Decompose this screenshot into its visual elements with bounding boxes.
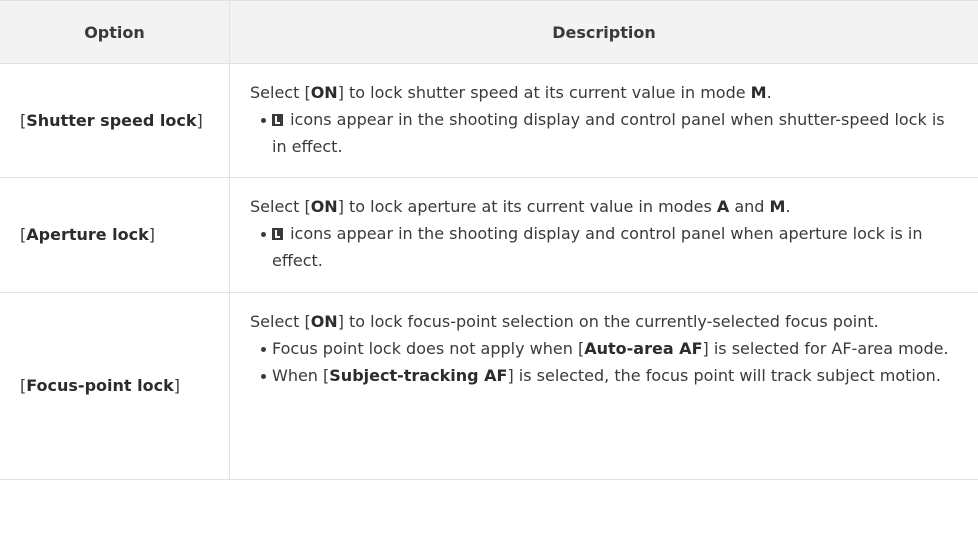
lock-icon <box>272 228 283 240</box>
option-name: Shutter speed lock <box>26 110 197 130</box>
desc-mode: A <box>716 197 730 216</box>
option-cell: [Focus-point lock] <box>0 293 230 479</box>
options-table: Option Description [Shutter speed lock] … <box>0 0 978 480</box>
desc-mode: M <box>769 197 786 216</box>
desc-text: . <box>766 83 772 102</box>
desc-mode: M <box>750 83 767 102</box>
list-item: Focus point lock does not apply when [Au… <box>258 335 958 362</box>
option-cell: [Aperture lock] <box>0 178 230 292</box>
option-bracket-close: ] <box>148 225 156 244</box>
desc-text: . <box>785 197 791 216</box>
option-bracket-close: ] <box>173 376 180 395</box>
desc-text: Select [ <box>250 312 311 331</box>
description-cell: Select [ON] to lock focus-point selectio… <box>230 293 978 479</box>
bullet-bold: Auto-area AF <box>584 339 703 358</box>
header-description: Description <box>552 22 656 42</box>
description-text: Select [ON] to lock aperture at its curr… <box>250 193 958 220</box>
table-header: Option Description <box>0 1 978 64</box>
bullet-list: icons appear in the shooting display and… <box>250 106 958 160</box>
table-row: [Aperture lock] Select [ON] to lock aper… <box>0 178 978 293</box>
bullet-text: Focus point lock does not apply when [ <box>272 339 585 358</box>
header-option: Option <box>0 1 230 63</box>
bullet-text: ] is selected, the focus point will trac… <box>507 366 941 385</box>
list-item: icons appear in the shooting display and… <box>258 106 958 160</box>
list-item: When [Subject-tracking AF] is selected, … <box>258 362 958 389</box>
option-name: Aperture lock <box>26 225 149 244</box>
bullet-bold: Subject-tracking AF <box>329 366 508 385</box>
desc-text: ] to lock shutter speed at its current v… <box>337 83 751 102</box>
bullet-list: Focus point lock does not apply when [Au… <box>250 335 958 389</box>
bullet-text: icons appear in the shooting display and… <box>272 110 945 156</box>
desc-text: and <box>729 197 770 216</box>
bullet-text: When [ <box>272 366 330 385</box>
table-row: [Focus-point lock] Select [ON] to lock f… <box>0 293 978 480</box>
desc-on: ON <box>310 312 338 331</box>
option-cell: [Shutter speed lock] <box>0 64 230 177</box>
description-text: Select [ON] to lock focus-point selectio… <box>250 308 958 335</box>
bullet-list: icons appear in the shooting display and… <box>250 220 958 274</box>
desc-text: ] to lock focus-point selection on the c… <box>337 312 879 331</box>
option-name: Focus-point lock <box>26 376 174 395</box>
lock-icon <box>272 114 283 126</box>
table-row: [Shutter speed lock] Select [ON] to lock… <box>0 64 978 178</box>
desc-text: Select [ <box>250 197 311 216</box>
desc-text: ] to lock aperture at its current value … <box>337 197 717 216</box>
bullet-text: ] is selected for AF-area mode. <box>702 339 949 358</box>
list-item: icons appear in the shooting display and… <box>258 220 958 274</box>
description-cell: Select [ON] to lock aperture at its curr… <box>230 178 978 292</box>
desc-text: Select [ <box>250 83 311 102</box>
bullet-text: icons appear in the shooting display and… <box>272 224 923 270</box>
option-bracket-close: ] <box>196 110 203 130</box>
description-text: Select [ON] to lock shutter speed at its… <box>250 79 958 106</box>
description-cell: Select [ON] to lock shutter speed at its… <box>230 64 978 177</box>
desc-on: ON <box>310 197 338 216</box>
desc-on: ON <box>310 83 338 102</box>
